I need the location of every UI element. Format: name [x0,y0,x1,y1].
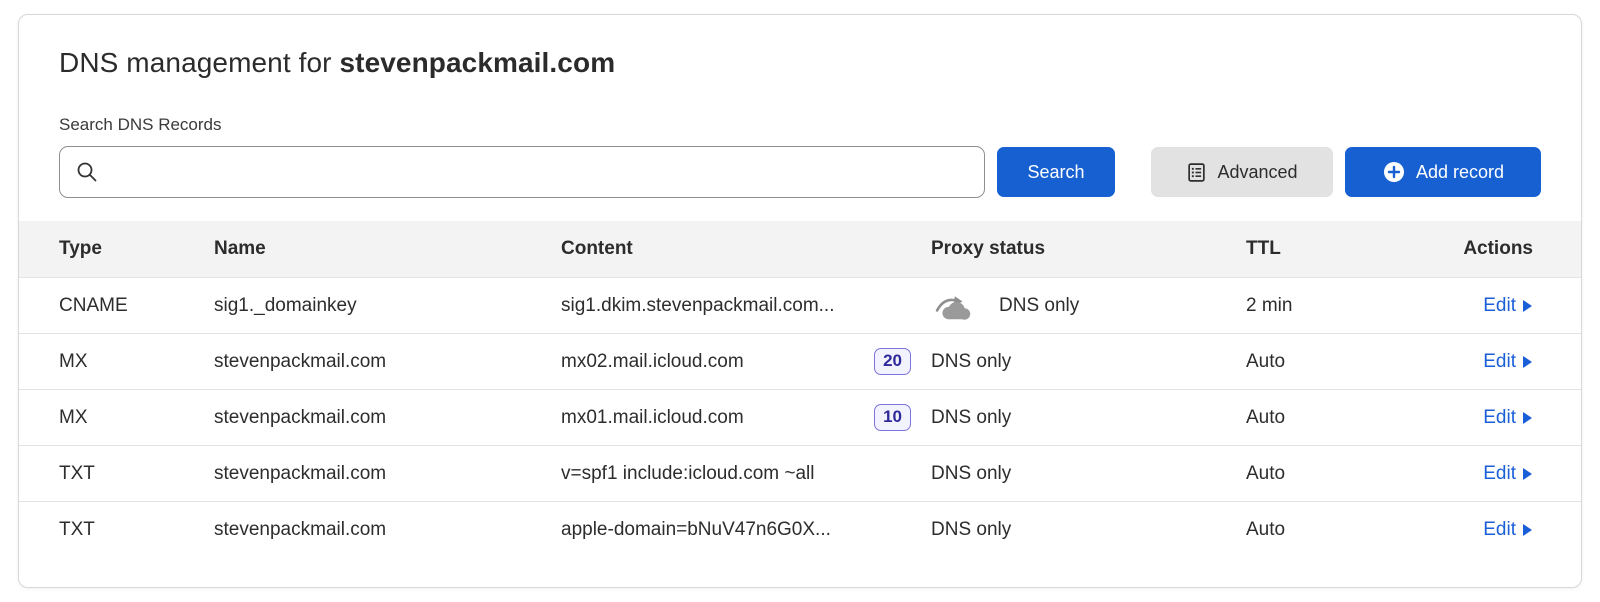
header-name: Name [214,238,561,260]
dns-records-table: Type Name Content Proxy status TTL Actio… [19,221,1581,557]
record-proxy-status: DNS only [931,519,1246,541]
record-content-text: mx02.mail.icloud.com [561,351,744,373]
record-proxy-status: DNS only [931,291,1246,321]
triangle-right-icon [1522,523,1533,537]
record-content-text: v=spf1 include:icloud.com ~all [561,463,814,485]
record-type: TXT [59,463,214,485]
record-type: CNAME [59,295,214,317]
edit-button[interactable]: Edit [1483,295,1533,317]
mx-priority-badge: 10 [874,404,911,431]
record-content-text: sig1.dkim.stevenpackmail.com... [561,295,835,317]
record-name: stevenpackmail.com [214,519,561,541]
gray-cloud-arrow-icon [931,291,975,321]
edit-button[interactable]: Edit [1483,351,1533,373]
record-name: sig1._domainkey [214,295,561,317]
table-row: MX stevenpackmail.com mx01.mail.icloud.c… [19,389,1581,445]
record-content: v=spf1 include:icloud.com ~all [561,463,931,485]
page-title-domain: stevenpackmail.com [339,47,615,78]
record-ttl: 2 min [1246,295,1409,317]
edit-label: Edit [1483,295,1516,317]
table-row: MX stevenpackmail.com mx02.mail.icloud.c… [19,333,1581,389]
advanced-button-label: Advanced [1217,162,1297,183]
record-content-text: mx01.mail.icloud.com [561,407,744,429]
record-content: sig1.dkim.stevenpackmail.com... [561,295,931,317]
add-record-button-label: Add record [1416,162,1504,183]
record-proxy-status: DNS only [931,463,1246,485]
record-type: MX [59,351,214,373]
table-header-row: Type Name Content Proxy status TTL Actio… [19,221,1581,277]
search-toolbar: Search Advanced Add record [19,135,1581,199]
proxy-status-text: DNS only [931,407,1011,429]
list-document-icon [1186,162,1207,183]
mx-priority-badge: 20 [874,348,911,375]
proxy-status-text: DNS only [931,463,1011,485]
record-actions: Edit [1409,351,1533,373]
header-content: Content [561,238,931,260]
proxy-status-text: DNS only [931,519,1011,541]
edit-button[interactable]: Edit [1483,519,1533,541]
table-row: TXT stevenpackmail.com v=spf1 include:ic… [19,445,1581,501]
page-title-prefix: DNS management for [59,47,339,78]
search-button[interactable]: Search [997,147,1115,197]
record-actions: Edit [1409,463,1533,485]
record-name: stevenpackmail.com [214,463,561,485]
header-proxy: Proxy status [931,238,1246,260]
edit-label: Edit [1483,407,1516,429]
header-ttl: TTL [1246,238,1409,260]
page-title: DNS management for stevenpackmail.com [19,15,1581,79]
record-name: stevenpackmail.com [214,407,561,429]
record-content: apple-domain=bNuV47n6G0X... [561,519,931,541]
triangle-right-icon [1522,299,1533,313]
search-label: Search DNS Records [19,79,1581,135]
add-record-button[interactable]: Add record [1345,147,1541,197]
header-type: Type [59,238,214,260]
record-proxy-status: DNS only [931,351,1246,373]
search-box [59,146,985,198]
record-content: mx01.mail.icloud.com 10 [561,404,931,431]
record-actions: Edit [1409,519,1533,541]
edit-label: Edit [1483,463,1516,485]
record-content: mx02.mail.icloud.com 20 [561,348,931,375]
advanced-button[interactable]: Advanced [1151,147,1333,197]
table-row: CNAME sig1._domainkey sig1.dkim.stevenpa… [19,277,1581,333]
edit-label: Edit [1483,519,1516,541]
record-actions: Edit [1409,295,1533,317]
record-name: stevenpackmail.com [214,351,561,373]
search-icon [75,160,99,184]
record-ttl: Auto [1246,351,1409,373]
record-ttl: Auto [1246,519,1409,541]
table-row: TXT stevenpackmail.com apple-domain=bNuV… [19,501,1581,557]
record-proxy-status: DNS only [931,407,1246,429]
triangle-right-icon [1522,411,1533,425]
record-type: TXT [59,519,214,541]
record-ttl: Auto [1246,407,1409,429]
record-ttl: Auto [1246,463,1409,485]
triangle-right-icon [1522,467,1533,481]
dns-management-card: DNS management for stevenpackmail.com Se… [18,14,1582,588]
proxy-status-text: DNS only [999,295,1079,317]
plus-circle-icon [1382,160,1406,184]
edit-label: Edit [1483,351,1516,373]
proxy-status-text: DNS only [931,351,1011,373]
header-actions: Actions [1409,238,1533,260]
record-content-text: apple-domain=bNuV47n6G0X... [561,519,831,541]
record-actions: Edit [1409,407,1533,429]
search-input[interactable] [59,146,985,198]
edit-button[interactable]: Edit [1483,407,1533,429]
triangle-right-icon [1522,355,1533,369]
edit-button[interactable]: Edit [1483,463,1533,485]
record-type: MX [59,407,214,429]
